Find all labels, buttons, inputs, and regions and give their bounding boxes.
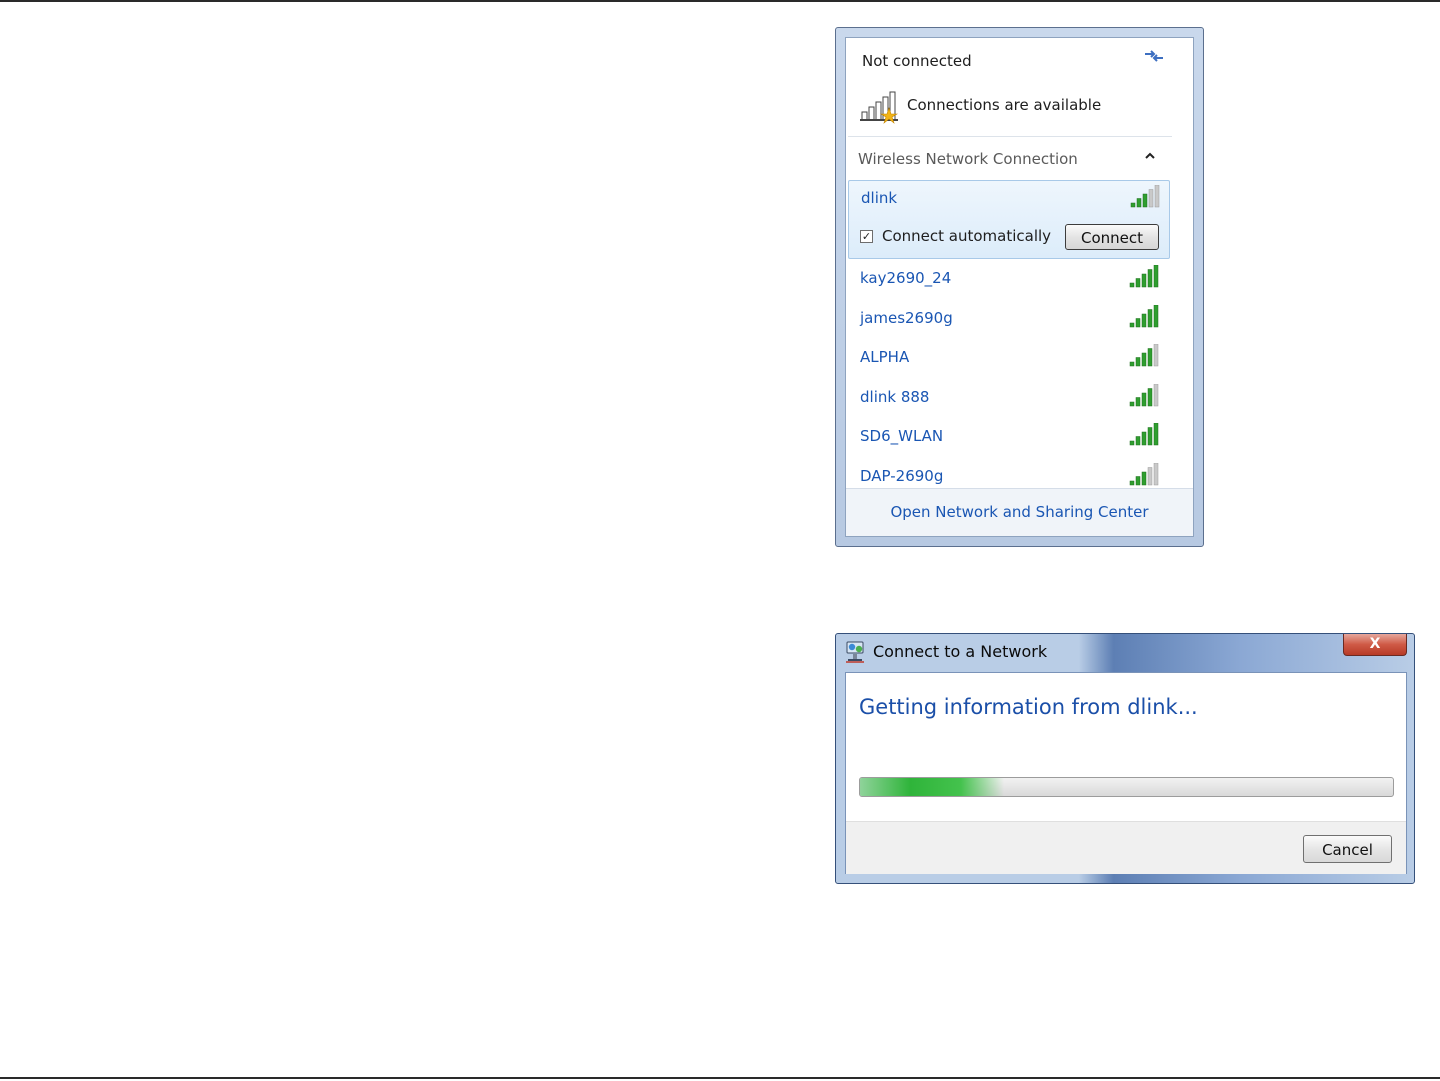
refresh-arrows-icon[interactable] (1142, 46, 1166, 66)
signal-strength-icon (1129, 462, 1159, 485)
signal-bar (1153, 344, 1159, 367)
wireless-section-title[interactable]: Wireless Network Connection (858, 150, 1078, 168)
signal-bar (1141, 313, 1147, 327)
signal-bar (1129, 440, 1135, 446)
signal-bar (1129, 401, 1135, 406)
signal-strength-icon (1130, 185, 1160, 208)
connections-available-text: Connections are available (907, 96, 1102, 114)
signal-bars-star-icon (860, 91, 899, 124)
signal-bar (1141, 431, 1147, 446)
network-name: SD6_WLAN (860, 427, 944, 445)
signal-bar (1147, 427, 1153, 446)
signal-bar (1141, 392, 1147, 406)
dialog-footer: Cancel (846, 821, 1406, 874)
network-item[interactable]: ALPHA (848, 338, 1170, 377)
network-item[interactable]: kay2690_24 (848, 259, 1170, 298)
dialog-body: Getting information from dlink... Cancel (845, 672, 1407, 874)
progress-bar (859, 777, 1394, 797)
signal-bar (1147, 269, 1153, 288)
signal-bar (1141, 471, 1147, 485)
network-name: dlink (861, 189, 898, 207)
network-globe-icon (846, 641, 864, 663)
signal-strength-icon (1129, 265, 1159, 288)
signal-bar (1130, 202, 1136, 208)
network-name: james2690g (860, 308, 953, 327)
connect-automatically-label[interactable]: Connect automatically (882, 227, 1051, 245)
signal-bar (1153, 383, 1159, 406)
signal-bar (1147, 348, 1153, 367)
bottom-rule (0, 1077, 1440, 1079)
status-message: Getting information from dlink... (859, 695, 1198, 719)
dialog-title: Connect to a Network (873, 642, 1048, 661)
network-item-dlink[interactable]: dlink ✓ Connect automatically Connect (848, 180, 1170, 259)
signal-bar (1129, 322, 1135, 327)
network-item[interactable]: james2690g (848, 299, 1170, 338)
signal-bar (1135, 317, 1141, 327)
signal-bar (1153, 304, 1159, 327)
flyout-panel: Not connected Connections are available … (845, 37, 1194, 537)
network-item[interactable]: SD6_WLAN (848, 417, 1170, 456)
signal-bar (1141, 273, 1147, 288)
signal-bar (1147, 308, 1153, 327)
chevron-up-icon[interactable] (1144, 150, 1156, 162)
signal-bar (1141, 352, 1147, 367)
signal-strength-icon (1129, 423, 1159, 446)
connection-status-title: Not connected (862, 52, 972, 70)
close-icon[interactable]: X (1343, 634, 1407, 656)
signal-bar (1135, 278, 1141, 288)
signal-bar (1153, 462, 1159, 485)
signal-bar (1153, 265, 1159, 288)
network-item[interactable]: dlink 888 (848, 378, 1170, 417)
network-flyout: Not connected Connections are available … (835, 27, 1204, 547)
network-name: ALPHA (860, 348, 910, 366)
signal-bar (1129, 282, 1135, 288)
signal-bar (1135, 357, 1141, 367)
signal-bar (1154, 185, 1160, 208)
signal-strength-icon (1129, 344, 1159, 367)
signal-bar (1135, 475, 1141, 485)
network-name: kay2690_24 (860, 269, 952, 287)
signal-bar (1135, 436, 1141, 446)
signal-bar (1129, 480, 1135, 485)
progress-fill (860, 778, 1004, 796)
signal-strength-icon (1129, 304, 1159, 327)
signal-bar (1142, 193, 1148, 208)
signal-strength-icon (1129, 383, 1159, 406)
open-network-sharing-center-link[interactable]: Open Network and Sharing Center (846, 503, 1193, 521)
flyout-footer: Open Network and Sharing Center (846, 488, 1193, 536)
signal-bar (1136, 198, 1142, 208)
top-rule (0, 0, 1440, 2)
signal-bar (1147, 466, 1153, 485)
signal-bar (1147, 387, 1153, 406)
signal-bar (1153, 423, 1159, 446)
signal-bar (1129, 361, 1135, 367)
network-name: dlink 888 (860, 387, 930, 406)
signal-bar (1135, 396, 1141, 406)
connect-automatically-checkbox[interactable]: ✓ (860, 230, 873, 243)
network-list: Not connected Connections are available … (846, 38, 1174, 488)
header-divider (848, 136, 1172, 137)
signal-bar (1148, 189, 1154, 208)
cancel-button[interactable]: Cancel (1303, 835, 1392, 863)
network-item[interactable]: DAP-2690g (848, 457, 1170, 489)
connect-button[interactable]: Connect (1065, 224, 1159, 250)
connect-to-network-dialog: Connect to a Network X Getting informati… (835, 633, 1415, 884)
network-name: DAP-2690g (860, 466, 944, 485)
